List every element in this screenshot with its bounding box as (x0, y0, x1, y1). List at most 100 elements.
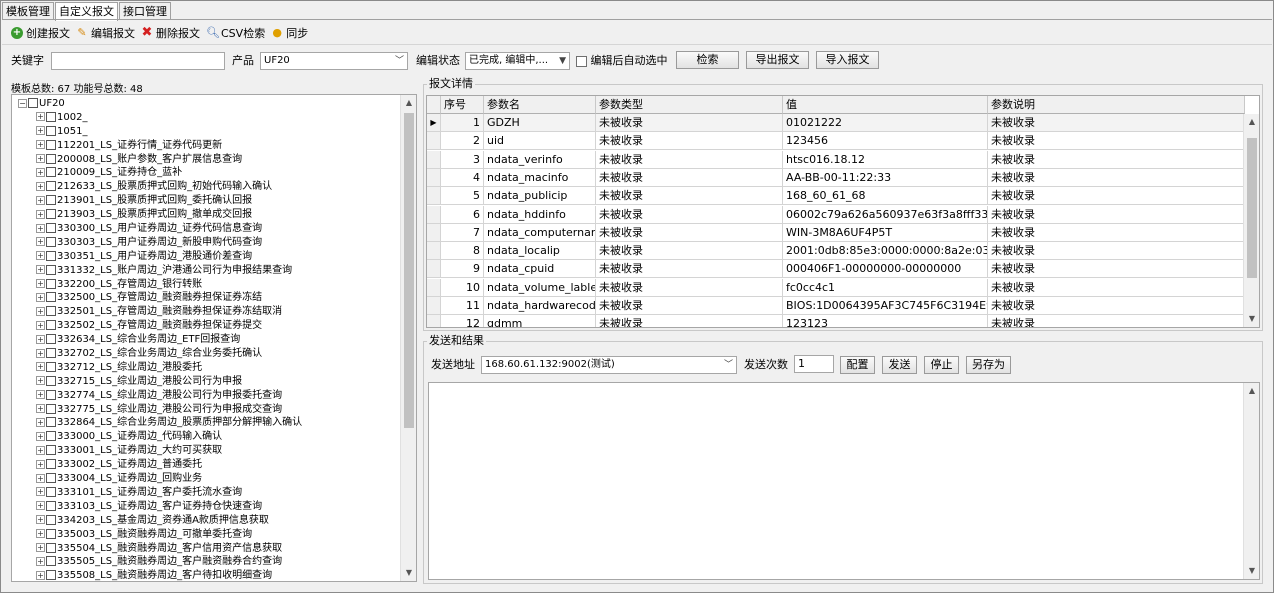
table-row[interactable]: 10 ndata_volume_lable 未被收录 fc0cc4c1 未被收录 (427, 278, 1245, 297)
cell-index[interactable]: 2 (441, 132, 484, 151)
row-indicator[interactable] (427, 260, 441, 279)
cell-param-name[interactable]: GDZH (484, 114, 596, 132)
cell-desc[interactable]: 未被收录 (988, 187, 1245, 206)
import-message-button[interactable]: 导入报文 (816, 51, 879, 69)
tree-checkbox[interactable] (46, 417, 56, 428)
auto-select-checkbox[interactable] (576, 55, 587, 67)
search-button[interactable]: 检索 (676, 51, 739, 69)
cell-index[interactable]: 10 (441, 278, 484, 297)
tree-checkbox[interactable] (46, 139, 56, 150)
result-scroll-down-icon[interactable]: ▼ (1244, 563, 1260, 579)
tree-item[interactable]: +332864_LS_综合业务周边_股票质押部分解押输入确认 (12, 416, 400, 430)
row-indicator[interactable] (427, 223, 441, 242)
cell-value[interactable]: 168_60_61_68 (783, 187, 988, 206)
tree-checkbox[interactable] (46, 278, 56, 289)
cell-value[interactable]: 123123 (783, 315, 988, 327)
tree-item[interactable]: +332715_LS_综业周边_港股公司行为申报 (12, 375, 400, 389)
tree-item[interactable]: +210009_LS_证券持仓_蓝补 (12, 166, 400, 180)
tree-item[interactable]: +332775_LS_综业周边_港股公司行为申报成交查询 (12, 403, 400, 417)
row-pointer-icon[interactable]: ▶ (427, 114, 441, 132)
cell-desc[interactable]: 未被收录 (988, 242, 1245, 261)
cell-param-type[interactable]: 未被收录 (596, 132, 783, 151)
tree-item[interactable]: +335505_LS_融资融券周边_客户融资融券合约查询 (12, 555, 400, 569)
cell-desc[interactable]: 未被收录 (988, 223, 1245, 242)
delete-message-button[interactable]: ✖ 删除报文 (141, 25, 200, 41)
cell-index[interactable]: 4 (441, 168, 484, 187)
cell-desc[interactable]: 未被收录 (988, 114, 1245, 132)
tree-checkbox[interactable] (46, 125, 56, 136)
tree-checkbox[interactable] (46, 528, 56, 539)
expand-icon[interactable]: + (36, 195, 45, 205)
expand-icon[interactable]: + (36, 543, 45, 552)
tree-item[interactable]: +330303_LS_用户证券周边_新股申购代码查询 (12, 236, 400, 250)
expand-icon[interactable]: + (36, 473, 45, 483)
tree-item[interactable]: +333101_LS_证券周边_客户委托流水查询 (12, 486, 400, 500)
cell-param-name[interactable]: ndata_volume_lable (484, 278, 596, 297)
cell-value[interactable]: WIN-3M8A6UF4P5T (783, 223, 988, 242)
expand-icon[interactable]: + (36, 431, 45, 441)
tree-checkbox[interactable] (46, 375, 56, 386)
col-desc-header[interactable]: 参数说明 (988, 96, 1245, 114)
stop-button[interactable]: 停止 (924, 356, 959, 374)
expand-icon[interactable]: + (36, 292, 45, 302)
expand-icon[interactable]: + (36, 167, 45, 177)
expand-icon[interactable]: + (36, 445, 45, 455)
tree-checkbox[interactable] (46, 181, 56, 192)
tree-checkbox[interactable] (46, 292, 56, 303)
tree-item[interactable]: +334203_LS_基金周边_资券通A款质押信息获取 (12, 514, 400, 528)
cell-desc[interactable]: 未被收录 (988, 315, 1245, 327)
cell-param-type[interactable]: 未被收录 (596, 223, 783, 242)
cell-param-name[interactable]: gdmm (484, 315, 596, 327)
tree-checkbox[interactable] (46, 223, 56, 234)
expand-icon[interactable]: + (36, 126, 45, 136)
send-address-select[interactable]: 168.60.61.132:9002(测试) ﹀ (481, 356, 737, 374)
tree-checkbox[interactable] (46, 167, 56, 178)
cell-index[interactable]: 5 (441, 187, 484, 206)
cell-value[interactable]: BIOS:1D0064395AF3C745F6C3194E92... (783, 297, 988, 315)
grid-scroll-down-icon[interactable]: ▼ (1244, 311, 1259, 327)
tree-scrollbar[interactable]: ▲ ▼ (400, 95, 416, 581)
csv-search-button[interactable]: 🔍︎ CSV检索 (206, 25, 265, 41)
expand-icon[interactable]: + (36, 223, 45, 233)
tree-item[interactable]: +333103_LS_证券周边_客户证券持仓快速查询 (12, 500, 400, 514)
tree-checkbox[interactable] (46, 153, 56, 164)
cell-param-type[interactable]: 未被收录 (596, 297, 783, 315)
cell-desc[interactable]: 未被收录 (988, 132, 1245, 151)
tree-item[interactable]: +200008_LS_账户参数_客户扩展信息查询 (12, 153, 400, 167)
cell-param-name[interactable]: ndata_macinfo (484, 168, 596, 187)
tree-checkbox[interactable] (46, 348, 56, 359)
cell-param-name[interactable]: ndata_hardwarecode (484, 297, 596, 315)
expand-icon[interactable]: + (36, 376, 45, 386)
tree-item[interactable]: +333001_LS_证券周边_大约可买获取 (12, 444, 400, 458)
row-indicator[interactable] (427, 132, 441, 151)
tree-item[interactable]: +332200_LS_存管周边_银行转账 (12, 278, 400, 292)
send-count-input[interactable]: 1 (794, 355, 834, 373)
tree-checkbox[interactable] (46, 500, 56, 511)
expand-icon[interactable]: + (36, 251, 45, 261)
cell-value[interactable]: 06002c79a626a560937e63f3a8fff332 (783, 205, 988, 224)
tree-checkbox[interactable] (46, 334, 56, 345)
cell-desc[interactable]: 未被收录 (988, 297, 1245, 315)
tree-item[interactable]: +332501_LS_存管周边_融资融券担保证券冻结取消 (12, 305, 400, 319)
tree-item[interactable]: +335508_LS_融资融券周边_客户待扣收明细查询 (12, 569, 400, 581)
tree-checkbox[interactable] (46, 264, 56, 275)
table-row[interactable]: 5 ndata_publicip 未被收录 168_60_61_68 未被收录 (427, 187, 1245, 206)
cell-param-name[interactable]: ndata_hddinfo (484, 205, 596, 224)
auto-select-option[interactable]: 编辑后自动选中 (576, 53, 668, 69)
tree-checkbox[interactable] (46, 250, 56, 261)
result-scrollbar[interactable]: ▲ ▼ (1243, 383, 1259, 579)
table-row[interactable]: ▶ 1 GDZH 未被收录 01021222 未被收录 (427, 114, 1245, 132)
row-indicator[interactable] (427, 242, 441, 261)
cell-desc[interactable]: 未被收录 (988, 260, 1245, 279)
tree-checkbox[interactable] (46, 403, 56, 414)
tree-checkbox[interactable] (46, 445, 56, 456)
expand-icon[interactable]: + (36, 154, 45, 164)
cell-param-type[interactable]: 未被收录 (596, 168, 783, 187)
config-button[interactable]: 配置 (840, 356, 875, 374)
cell-value[interactable]: AA-BB-00-11:22:33 (783, 168, 988, 187)
expand-icon[interactable]: + (36, 265, 45, 275)
expand-icon[interactable]: + (36, 320, 45, 330)
expand-icon[interactable]: + (36, 404, 45, 414)
product-select[interactable]: UF20 ﹀ (260, 52, 408, 70)
tree-checkbox[interactable] (46, 486, 56, 497)
